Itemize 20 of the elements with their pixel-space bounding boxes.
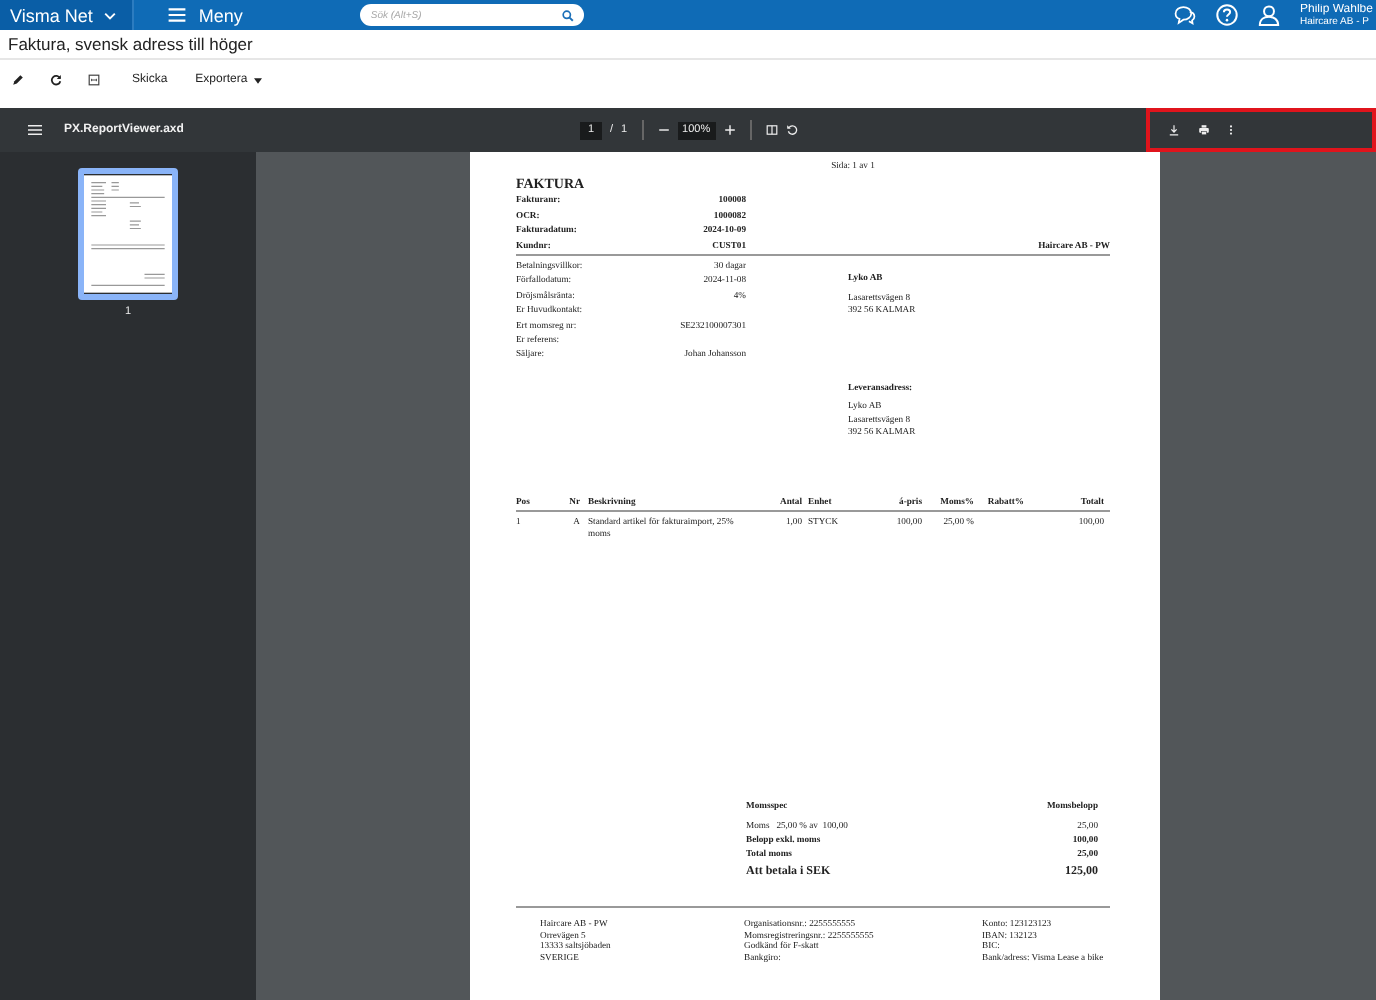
user-icon[interactable]: [1258, 4, 1280, 26]
two-page-icon[interactable]: [765, 124, 778, 136]
rotate-icon[interactable]: [785, 124, 798, 136]
download-icon[interactable]: [1168, 124, 1180, 136]
help-icon[interactable]: [1216, 4, 1238, 26]
zoom-in-icon[interactable]: [723, 124, 736, 136]
page-title: Faktura, svensk adress till höger: [8, 34, 253, 54]
chevron-down-icon[interactable]: [104, 11, 117, 19]
pencil-icon[interactable]: [12, 74, 24, 86]
print-icon[interactable]: [1198, 124, 1210, 136]
fit-screen-icon[interactable]: [88, 74, 100, 86]
menu-icon: [168, 8, 187, 22]
menu-button[interactable]: Meny: [134, 0, 355, 30]
chat-icon[interactable]: [1174, 4, 1196, 26]
page-thumbnail[interactable]: [78, 168, 178, 300]
zoom-out-icon[interactable]: [657, 124, 670, 136]
caret-icon: [253, 77, 262, 83]
refresh-icon[interactable]: [50, 74, 62, 86]
search-icon: [562, 9, 575, 21]
menu-icon[interactable]: [28, 124, 42, 136]
